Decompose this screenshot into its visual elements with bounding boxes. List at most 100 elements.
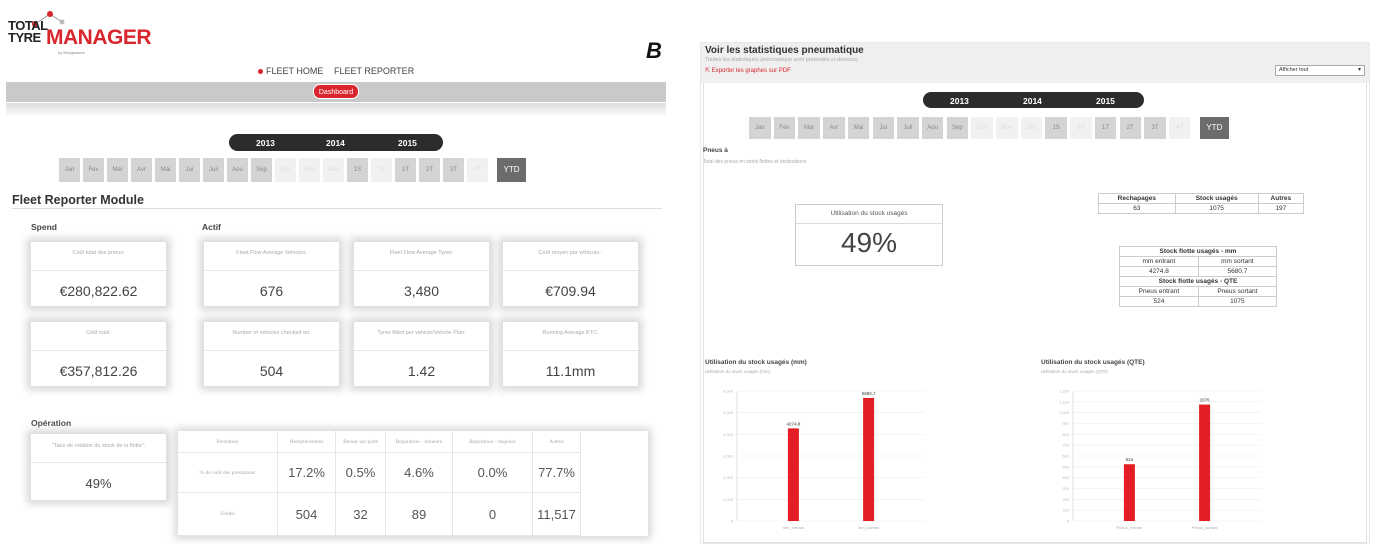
logo-subtitle: by Bridgestone — [58, 50, 85, 55]
nav-fleet-home[interactable]: FLEET HOME — [258, 66, 323, 76]
month-2t[interactable]: 2T — [419, 158, 440, 182]
month-oct[interactable]: Oct — [971, 117, 993, 139]
bar-mm-entrant[interactable] — [787, 428, 799, 521]
month-3t[interactable]: 3T — [1144, 117, 1166, 139]
month-dec[interactable]: Dec — [1020, 117, 1043, 139]
summary-table: Rechapages Stock usagés Autres 63 1075 1… — [1098, 193, 1305, 214]
td-rechapages: 63 — [1098, 203, 1176, 214]
op-value: 0.0% — [453, 453, 533, 493]
op-value: 11,517 — [533, 493, 581, 536]
month-mar[interactable]: Mar — [107, 158, 128, 182]
td-mm-sortant: 5680.7 — [1197, 266, 1278, 277]
y-tick-label: 5,000 — [723, 410, 734, 415]
month-sep[interactable]: Sep — [251, 158, 272, 182]
month-ytd[interactable]: YTD — [1199, 117, 1230, 139]
th-pneus-sortant: Pneus sortant — [1197, 286, 1278, 297]
month-3t[interactable]: 3T — [443, 158, 464, 182]
month-mar[interactable]: Mar — [798, 117, 820, 139]
month-juil[interactable]: Juil — [897, 117, 919, 139]
chart-stock-qte: 0 100 200 300 400 500 600 700 800 900 1,000 1,100 1,… — [1059, 389, 1261, 530]
month-jui[interactable]: Jui — [872, 117, 894, 139]
month-aou[interactable]: Aou — [227, 158, 248, 182]
stats-year-2014[interactable]: 2014 — [1023, 96, 1042, 106]
month-jui[interactable]: Jui — [179, 158, 200, 182]
op-value: 77.7% — [533, 453, 581, 493]
card-taux-rotation: "Taux de rotation du stock de la flotte"… — [30, 433, 167, 501]
month-avr[interactable]: Avr — [823, 117, 845, 139]
th-pneus-entrant: Pneus entrant — [1119, 286, 1199, 297]
card-vehicles-checked: Number of vehicles checked on: 504 — [203, 321, 340, 387]
month-2s[interactable]: 2S — [1070, 117, 1092, 139]
month-mai[interactable]: Mai — [847, 117, 870, 139]
op-value: 4.6% — [386, 453, 453, 493]
month-nov[interactable]: Nov — [299, 158, 320, 182]
bar-mm-sortant[interactable] — [863, 397, 875, 521]
export-pdf-link[interactable]: ⇱ Exporter les graphes sur PDF — [705, 67, 791, 74]
op-header: Réparation - majeure — [453, 431, 533, 453]
y-tick-label: 1,000 — [723, 497, 734, 502]
fleet-reporter-panel: TOTAL TYRE MANAGER by Bridgestone B FLEE… — [0, 0, 672, 544]
month-ytd[interactable]: YTD — [497, 158, 526, 182]
month-aou[interactable]: Aou — [921, 117, 944, 139]
month-fev[interactable]: Fev — [83, 158, 104, 182]
op-row-label: Unités — [178, 493, 278, 536]
op-header: Retour sur piste — [336, 431, 386, 453]
logo-tyre: TYRE — [8, 30, 41, 45]
month-1s[interactable]: 1S — [347, 158, 368, 182]
stats-year-2015[interactable]: 2015 — [1096, 96, 1115, 106]
export-icon: ⇱ — [705, 68, 712, 74]
card-running-btc: Running Average BTC: 11.1mm — [502, 321, 639, 387]
op-value: 504 — [278, 493, 336, 536]
op-value: 32 — [336, 493, 386, 536]
y-tick-label: 1,000 — [1059, 410, 1070, 415]
bar-pneus-entrant[interactable] — [1123, 464, 1135, 521]
operation-label: Opération — [31, 418, 72, 428]
card-cout-total-pneus: Coût total des pneus: €280,822.62 — [30, 241, 167, 307]
nav-fleet-reporter[interactable]: FLEET REPORTER — [334, 66, 414, 76]
y-tick-label: 2,000 — [723, 475, 734, 480]
op-row-label: % de coût des prestations — [178, 453, 278, 493]
y-tick-label: 6,000 — [723, 389, 734, 394]
month-2t[interactable]: 2T — [1119, 117, 1141, 139]
month-fev[interactable]: Fev — [773, 117, 796, 139]
month-1s[interactable]: 1S — [1045, 117, 1067, 139]
y-tick-label: 1,100 — [1059, 399, 1070, 404]
chart-qte-subtitle: Utilisation du stock usagés (QTE) — [1041, 369, 1108, 374]
y-tick-label: 800 — [1062, 432, 1069, 437]
y-tick-label: 300 — [1062, 486, 1069, 491]
bridgestone-logo-icon: B — [646, 38, 662, 63]
month-nov[interactable]: Nov — [996, 117, 1018, 139]
month-2s[interactable]: 2S — [371, 158, 392, 182]
stats-year-selector: 2013 2014 2015 — [923, 92, 1144, 108]
month-sep[interactable]: Sep — [946, 117, 969, 139]
card-fleet-tyres: Fleet Flow Average Tyres: 3,480 — [353, 241, 490, 307]
y-tick-label: 3,000 — [723, 454, 734, 459]
month-1t[interactable]: 1T — [395, 158, 416, 182]
card-cout-total: Coût total: €357,812.26 — [30, 321, 167, 387]
month-4t[interactable]: 4T — [467, 158, 488, 182]
year-2014[interactable]: 2014 — [326, 138, 345, 148]
x-tick-label: mm_sortant — [858, 525, 880, 530]
op-value: 17.2% — [278, 453, 336, 493]
dashboard-button[interactable]: Dashboard — [313, 84, 359, 99]
year-2013[interactable]: 2013 — [256, 138, 275, 148]
month-1t[interactable]: 1T — [1094, 117, 1117, 139]
month-oct[interactable]: Oct — [275, 158, 296, 182]
stats-year-2013[interactable]: 2013 — [950, 96, 969, 106]
month-juil[interactable]: Juil — [203, 158, 224, 182]
month-mai[interactable]: Mai — [155, 158, 176, 182]
display-filter-select[interactable]: Afficher tout ▾ — [1275, 65, 1365, 76]
th-rechapages: Rechapages — [1098, 193, 1176, 204]
month-dec[interactable]: Dec — [323, 158, 344, 182]
chart-qte-title: Utilisation du stock usagés (QTE) — [1041, 359, 1145, 366]
month-jan[interactable]: Jan — [59, 158, 80, 182]
month-avr[interactable]: Avr — [131, 158, 152, 182]
tyre-statistics-panel: Voir les statistiques pneumatique Toutes… — [700, 42, 1370, 544]
op-value: 0 — [453, 493, 533, 536]
y-tick-label: 4,000 — [723, 432, 734, 437]
x-tick-label: Pneus_sortant — [1192, 525, 1219, 530]
year-2015[interactable]: 2015 — [398, 138, 417, 148]
month-jan[interactable]: Jan — [749, 117, 771, 139]
bar-pneus-sortant[interactable] — [1199, 404, 1211, 521]
month-4t[interactable]: 4T — [1168, 117, 1191, 139]
